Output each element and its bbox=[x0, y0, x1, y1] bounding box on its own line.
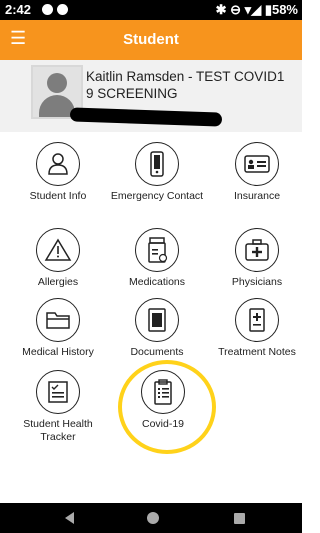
physicians-button[interactable]: Physicians bbox=[207, 228, 307, 289]
physicians-label: Physicians bbox=[231, 276, 283, 288]
notification-icon bbox=[42, 4, 53, 15]
system-nav-bar bbox=[0, 503, 302, 533]
clipboard-icon bbox=[141, 370, 185, 414]
covid-19-label: Covid-19 bbox=[141, 418, 185, 430]
checklist-icon bbox=[36, 370, 80, 414]
student-health-tracker-button[interactable]: Student Health Tracker bbox=[8, 370, 108, 444]
recent-apps-icon[interactable] bbox=[234, 513, 245, 524]
notification-icons bbox=[42, 4, 68, 15]
pill-bottle-icon bbox=[135, 228, 179, 272]
medical-kit-icon bbox=[235, 228, 279, 272]
document-icon bbox=[135, 298, 179, 342]
person-icon bbox=[36, 142, 80, 186]
medications-button[interactable]: Medications bbox=[107, 228, 207, 289]
allergies-button[interactable]: Allergies bbox=[8, 228, 108, 289]
treatment-notes-button[interactable]: Treatment Notes bbox=[207, 298, 307, 359]
app-bar: ☰ Student bbox=[0, 20, 302, 60]
emergency-contact-button[interactable]: Emergency Contact bbox=[107, 142, 207, 203]
student-name-line1: Kaitlin Ramsden - TEST COVID1 bbox=[86, 69, 285, 84]
folder-icon bbox=[36, 298, 80, 342]
documents-button[interactable]: Documents bbox=[107, 298, 207, 359]
notification-icon bbox=[57, 4, 68, 15]
insurance-button[interactable]: Insurance bbox=[207, 142, 307, 203]
home-icon[interactable] bbox=[147, 512, 159, 524]
id-card-icon bbox=[235, 142, 279, 186]
back-icon[interactable] bbox=[65, 512, 74, 524]
documents-label: Documents bbox=[130, 346, 184, 358]
status-indicators: ✱ ⊖ ▾◢ ▮58% bbox=[215, 2, 298, 17]
student-info-label: Student Info bbox=[29, 190, 87, 202]
notes-plus-icon bbox=[235, 298, 279, 342]
medical-history-label: Medical History bbox=[22, 346, 94, 358]
emergency-contact-label: Emergency Contact bbox=[110, 190, 204, 202]
status-time: 2:42 bbox=[5, 2, 32, 17]
warning-icon bbox=[36, 228, 80, 272]
medications-label: Medications bbox=[128, 276, 186, 288]
status-bar: 2:42 ✱ ⊖ ▾◢ ▮58% bbox=[0, 0, 302, 20]
student-health-tracker-label: Student Health Tracker bbox=[23, 418, 93, 443]
phone-icon bbox=[135, 142, 179, 186]
covid-19-button[interactable]: Covid-19 bbox=[113, 370, 213, 431]
student-name-line2: 9 SCREENING bbox=[86, 86, 178, 101]
medical-history-button[interactable]: Medical History bbox=[8, 298, 108, 359]
insurance-label: Insurance bbox=[233, 190, 281, 202]
student-info-button[interactable]: Student Info bbox=[8, 142, 108, 203]
allergies-label: Allergies bbox=[37, 276, 79, 288]
student-name: Kaitlin Ramsden - TEST COVID1 9 SCREENIN… bbox=[86, 68, 296, 102]
treatment-notes-label: Treatment Notes bbox=[218, 346, 296, 358]
page-title: Student bbox=[123, 31, 179, 48]
